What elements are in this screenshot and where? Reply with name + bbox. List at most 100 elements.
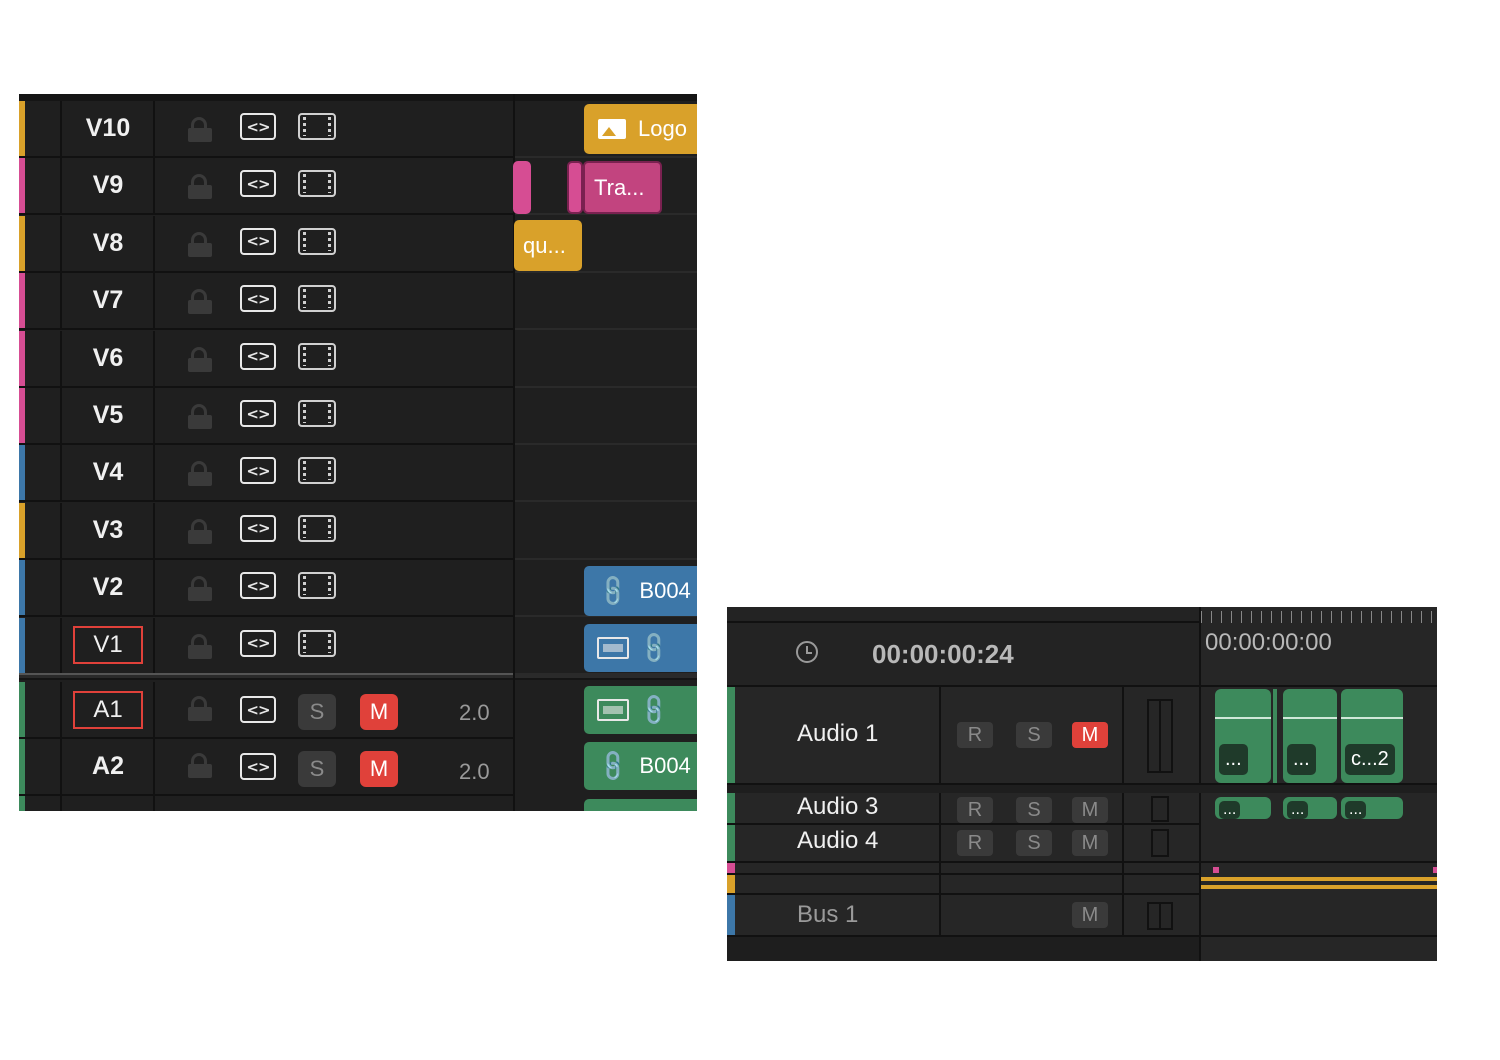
video-track-v8[interactable]: V8 <> [19,215,513,273]
current-timecode: 00:00:00:24 [872,639,1014,669]
track-name[interactable]: A1 [63,682,153,737]
mute-button[interactable]: M [360,694,398,730]
film-strip-icon[interactable] [298,170,336,198]
audio-clip[interactable]: ... [1215,797,1271,819]
audio-track-a2[interactable]: A2 <> S M 2.0 [19,739,513,796]
record-button[interactable]: R [957,722,993,748]
video-track-v1[interactable]: V1 <> [19,617,513,675]
track-name: Audio 4 [797,827,879,854]
film-strip-icon[interactable] [298,400,336,427]
divider [60,617,62,673]
clip-transition[interactable]: Tra... [583,161,662,214]
clip-label: ... [1219,801,1241,819]
lock-icon[interactable] [187,346,213,373]
solo-button[interactable]: S [1016,830,1052,856]
film-strip-icon[interactable] [298,514,336,542]
lock-icon[interactable] [187,576,213,602]
divider [60,502,62,558]
video-track-v3[interactable]: V3 <> [19,502,513,560]
film-strip-icon[interactable] [298,285,336,313]
film-strip-icon[interactable] [298,342,336,370]
lock-icon[interactable] [187,633,213,660]
auto-select-icon[interactable]: <> [240,227,276,255]
audio-3-lane[interactable]: ... ... ... [1199,793,1437,825]
auto-select-icon[interactable]: <> [240,342,276,370]
audio-clip[interactable]: ... [1215,689,1271,783]
mute-button[interactable]: M [1072,722,1108,748]
video-track-v9[interactable]: V9 <> [19,158,513,216]
mute-button[interactable]: M [1072,797,1108,823]
video-track-v5[interactable]: V5 <> [19,388,513,445]
auto-select-icon[interactable]: <> [240,696,276,723]
auto-select-icon[interactable]: <> [240,753,276,780]
video-clip-icon [597,637,629,659]
lock-icon[interactable] [187,231,213,258]
audio-clip[interactable]: ... [1283,797,1337,819]
audio-clip[interactable]: c...2 [1341,689,1403,783]
clip-qu[interactable]: qu... [514,220,582,271]
lock-icon[interactable] [187,696,213,722]
lock-icon[interactable] [187,174,213,200]
mute-button[interactable]: M [360,751,398,787]
timeline-lane-v3[interactable] [515,503,697,560]
film-strip-icon[interactable] [298,629,336,657]
timeline-lane-v6[interactable] [515,331,697,388]
auto-select-icon[interactable]: <> [240,514,276,542]
mute-button[interactable]: M [1072,830,1108,856]
track-name[interactable]: V1 [63,618,153,673]
auto-select-icon[interactable]: <> [240,285,276,313]
audio-track-audio-1[interactable]: Audio 1 R S M [727,687,1199,785]
film-strip-icon[interactable] [298,227,336,255]
clip-a1[interactable]: 🔗 [584,686,697,734]
timeline-lane-v5[interactable] [515,388,697,445]
bus-track-bus-1[interactable]: Bus 1 M [727,895,1199,937]
record-button[interactable]: R [957,797,993,823]
track-color-stripe [19,215,25,271]
solo-button[interactable]: S [1016,797,1052,823]
timeline-ruler[interactable]: 00:00:00:00 [1199,607,1437,687]
audio-4-lane[interactable] [1199,825,1437,863]
audio-1-lane[interactable]: ... ... c...2 [1199,687,1437,785]
video-track-v7[interactable]: V7 <> [19,273,513,331]
timeline-lane-v4[interactable] [515,445,697,503]
solo-button[interactable]: S [298,694,336,730]
video-track-v2[interactable]: V2 <> [19,560,513,618]
clip-pink-sliver[interactable] [513,161,531,214]
film-strip-icon[interactable] [298,457,336,485]
video-track-v4[interactable]: V4 <> [19,445,513,503]
clip-logo[interactable]: Logo [584,104,697,154]
solo-button[interactable]: S [298,751,336,787]
film-strip-icon[interactable] [298,572,336,600]
timeline-lane-v7[interactable] [515,273,697,331]
audio-clip[interactable]: ... [1341,797,1403,819]
auto-select-icon[interactable]: <> [240,400,276,427]
lock-icon[interactable] [187,518,213,545]
audio-clip[interactable]: ... [1283,689,1337,783]
lock-icon[interactable] [187,753,213,779]
auto-select-icon[interactable]: <> [240,572,276,600]
clip-b004-a2[interactable]: 🔗 B004 [584,742,697,790]
divider [153,617,155,673]
auto-select-icon[interactable]: <> [240,629,276,657]
video-track-v10[interactable]: V10 <> [19,101,513,158]
lock-icon[interactable] [187,461,213,487]
video-track-v6[interactable]: V6 <> [19,330,513,388]
lock-icon[interactable] [187,404,213,430]
clip-a3-partial[interactable] [584,799,697,811]
film-strip-icon[interactable] [298,113,336,140]
audio-track-audio-4[interactable]: Audio 4 R S M [727,825,1199,863]
auto-select-icon[interactable]: <> [240,170,276,198]
audio-track-audio-3[interactable]: Audio 3 R S M [727,793,1199,825]
audio-track-a1[interactable]: A1 <> S M 2.0 [19,682,513,739]
clip-v1[interactable]: 🔗 [584,624,697,672]
record-button[interactable]: R [957,830,993,856]
solo-button[interactable]: S [1016,722,1052,748]
mute-button[interactable]: M [1072,902,1108,928]
auto-select-icon[interactable]: <> [240,457,276,485]
lock-icon[interactable] [187,117,213,143]
clip-pink-edge[interactable] [567,161,583,214]
clip-b004-v2[interactable]: 🔗 B004 [584,566,697,616]
auto-select-icon[interactable]: <> [240,113,276,140]
audio-track-partial [19,796,513,811]
lock-icon[interactable] [187,289,213,315]
